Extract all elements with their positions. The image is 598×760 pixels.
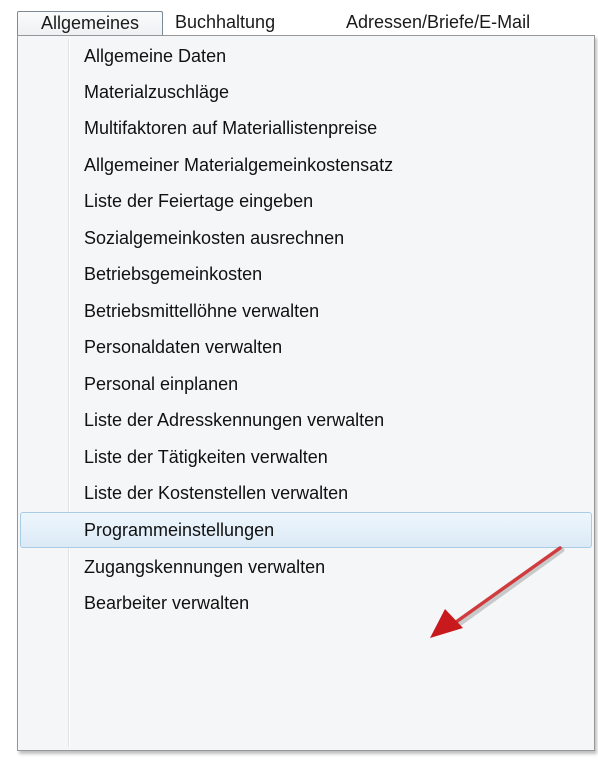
allgemeines-dropdown-menu: Allgemeine Daten Materialzuschläge Multi… bbox=[17, 35, 595, 751]
menu-item-personal-einplanen[interactable]: Personal einplanen bbox=[20, 366, 592, 402]
menu-item-multifaktoren[interactable]: Multifaktoren auf Materiallistenpreise bbox=[20, 110, 592, 146]
menu-item-label: Liste der Kostenstellen verwalten bbox=[84, 483, 349, 503]
menu-item-label: Personal einplanen bbox=[84, 374, 239, 394]
menu-item-programmeinstellungen[interactable]: Programmeinstellungen bbox=[20, 512, 592, 548]
menu-item-label: Materialzuschläge bbox=[84, 82, 230, 102]
menu-item-taetigkeiten[interactable]: Liste der Tätigkeiten verwalten bbox=[20, 439, 592, 475]
menu-item-materialgemeinkostensatz[interactable]: Allgemeiner Materialgemeinkostensatz bbox=[20, 147, 592, 183]
menu-item-label: Liste der Tätigkeiten verwalten bbox=[84, 447, 328, 467]
menu-item-bearbeiter[interactable]: Bearbeiter verwalten bbox=[20, 585, 592, 621]
menu-item-adresskennungen[interactable]: Liste der Adresskennungen verwalten bbox=[20, 402, 592, 438]
menu-item-zugangskennungen[interactable]: Zugangskennungen verwalten bbox=[20, 549, 592, 585]
menu-item-kostenstellen[interactable]: Liste der Kostenstellen verwalten bbox=[20, 475, 592, 511]
menu-item-label: Liste der Adresskennungen verwalten bbox=[84, 410, 385, 430]
menu-adressen-briefe-email[interactable]: Adressen/Briefe/E-Mail bbox=[346, 9, 530, 35]
menu-item-feiertage[interactable]: Liste der Feiertage eingeben bbox=[20, 183, 592, 219]
menu-item-personaldaten[interactable]: Personaldaten verwalten bbox=[20, 329, 592, 365]
menu-item-label: Zugangskennungen verwalten bbox=[84, 557, 326, 577]
menu-item-label: Personaldaten verwalten bbox=[84, 337, 283, 357]
menu-item-label: Allgemeine Daten bbox=[84, 46, 227, 66]
menu-item-materialzuschlaege[interactable]: Materialzuschläge bbox=[20, 74, 592, 110]
menu-item-allgemeine-daten[interactable]: Allgemeine Daten bbox=[20, 38, 592, 74]
menu-item-label: Programmeinstellungen bbox=[84, 520, 275, 540]
menu-item-label: Sozialgemeinkosten ausrechnen bbox=[84, 228, 345, 248]
menu-item-label: Betriebsmittellöhne verwalten bbox=[84, 301, 320, 321]
menu-item-label: Multifaktoren auf Materiallistenpreise bbox=[84, 118, 378, 138]
menu-item-betriebsgemeinkosten[interactable]: Betriebsgemeinkosten bbox=[20, 256, 592, 292]
menu-item-label: Allgemeiner Materialgemeinkostensatz bbox=[84, 155, 394, 175]
menu-item-label: Bearbeiter verwalten bbox=[84, 593, 250, 613]
menu-item-label: Liste der Feiertage eingeben bbox=[84, 191, 314, 211]
menu-item-label: Betriebsgemeinkosten bbox=[84, 264, 263, 284]
screen: Allgemeines Buchhaltung Adressen/Briefe/… bbox=[0, 0, 598, 760]
menu-item-sozialgemeinkosten[interactable]: Sozialgemeinkosten ausrechnen bbox=[20, 220, 592, 256]
menu-buchhaltung[interactable]: Buchhaltung bbox=[175, 9, 275, 35]
menu-allgemeines[interactable]: Allgemeines bbox=[17, 11, 163, 36]
menu-item-betriebsmittelloehne[interactable]: Betriebsmittellöhne verwalten bbox=[20, 293, 592, 329]
